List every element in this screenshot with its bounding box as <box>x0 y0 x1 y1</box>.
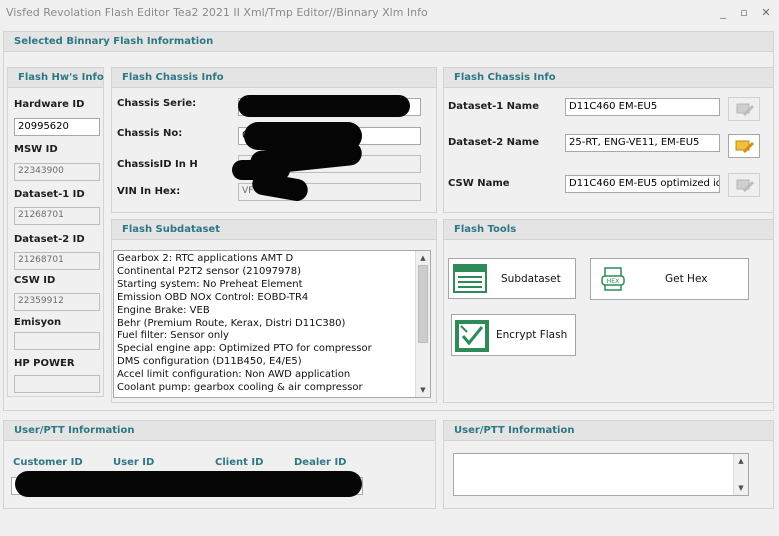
subdataset-button[interactable]: Subdataset <box>448 258 576 299</box>
hp-power-field <box>14 375 100 393</box>
list-item[interactable]: Emission OBD NOx Control: EOBD-TR4 <box>117 292 414 305</box>
redaction-mark <box>15 471 362 497</box>
hw-info-panel: Flash Hw's Info Hardware ID 20995620 MSW… <box>7 67 104 397</box>
encrypt-flash-button[interactable]: Encrypt Flash <box>451 314 576 356</box>
dataset2-id-field: 21268701 <box>14 252 100 270</box>
svg-text:HEX: HEX <box>607 278 619 285</box>
main-panel-title: Selected Binnary Flash Information <box>14 36 214 47</box>
user-ptt-notes-panel: User/PTT Information ▲ ▼ <box>443 420 774 509</box>
user-ptt-notes-title: User/PTT Information <box>454 425 575 436</box>
scroll-thumb[interactable] <box>418 265 428 343</box>
hp-power-label: HP POWER <box>14 358 75 369</box>
edit-dataset1-button[interactable] <box>728 97 760 121</box>
dataset2-name-label: Dataset-2 Name <box>448 137 540 148</box>
get-hex-button[interactable]: HEX Get Hex <box>590 258 749 300</box>
user-ptt-notes-header: User/PTT Information <box>444 421 773 441</box>
redaction-mark <box>238 95 410 117</box>
msw-id-field: 22343900 <box>14 163 100 181</box>
msw-id-label: MSW ID <box>14 144 58 155</box>
dealer-id-label: Dealer ID <box>294 457 347 468</box>
subdataset-header: Flash Subdataset <box>112 220 436 240</box>
dataset-info-header: Flash Chassis Info <box>444 68 773 88</box>
table-list-icon <box>453 264 487 293</box>
csw-id-label: CSW ID <box>14 275 56 286</box>
list-item[interactable]: Gearbox 2: RTC applications AMT D <box>117 253 414 266</box>
hex-file-icon: HEX <box>601 267 625 291</box>
list-item[interactable]: Engine Brake: VEB <box>117 305 414 318</box>
minimize-button[interactable]: _ <box>712 4 734 22</box>
chassis-serie-label: Chassis Serie: <box>117 98 197 109</box>
hardware-id-label: Hardware ID <box>14 99 85 110</box>
list-item[interactable]: Continental P2T2 sensor (21097978) <box>117 266 414 279</box>
chassis-no-label: Chassis No: <box>117 128 183 139</box>
user-id-label: User ID <box>113 457 155 468</box>
hw-info-header: Flash Hw's Info <box>8 68 104 88</box>
scroll-up-arrow-icon[interactable]: ▲ <box>416 251 430 265</box>
dataset1-id-label: Dataset-1 ID <box>14 189 85 200</box>
dataset1-id-field: 21268701 <box>14 207 100 225</box>
scroll-down-arrow-icon[interactable]: ▼ <box>734 481 748 495</box>
flash-tools-header: Flash Tools <box>444 220 773 240</box>
list-item[interactable]: Special engine app: Optimized PTO for co… <box>117 343 414 356</box>
hw-info-title: Flash Hw's Info <box>18 72 104 83</box>
maximize-button[interactable]: ▫ <box>733 4 755 22</box>
list-item[interactable]: Coolant pump: gearbox cooling & air comp… <box>117 382 414 395</box>
emisyon-field <box>14 332 100 350</box>
user-ptt-title: User/PTT Information <box>14 425 135 436</box>
hardware-id-field[interactable]: 20995620 <box>14 118 100 136</box>
window-title: Visfed Revolation Flash Editor Tea2 2021… <box>6 6 428 19</box>
list-item[interactable]: Starting system: No Preheat Element <box>117 279 414 292</box>
edit-dataset2-button[interactable] <box>728 134 760 158</box>
subdataset-scrollbar[interactable]: ▲ ▼ <box>415 251 430 397</box>
dataset-info-panel: Flash Chassis Info Dataset-1 Name D11C46… <box>443 67 774 213</box>
close-button[interactable]: ✕ <box>755 4 777 22</box>
pencil-note-icon <box>735 140 754 153</box>
subdataset-panel: Flash Subdataset Gearbox 2: RTC applicat… <box>111 219 437 403</box>
subdataset-button-label: Subdataset <box>501 273 561 285</box>
subdataset-list[interactable]: Gearbox 2: RTC applications AMT D Contin… <box>113 250 431 398</box>
vin-in-hex-label: VIN In Hex: <box>117 186 181 197</box>
subdataset-title: Flash Subdataset <box>122 224 220 235</box>
encrypt-check-icon <box>455 320 489 352</box>
pencil-note-icon <box>736 179 754 192</box>
dataset-info-title: Flash Chassis Info <box>454 72 556 83</box>
scroll-up-arrow-icon[interactable]: ▲ <box>734 454 748 468</box>
flash-tools-panel: Flash Tools Subdataset HEX Get Hex Encry… <box>443 219 774 403</box>
client-id-label: Client ID <box>215 457 264 468</box>
customer-id-label: Customer ID <box>13 457 83 468</box>
encrypt-flash-button-label: Encrypt Flash <box>496 329 568 341</box>
user-ptt-header: User/PTT Information <box>4 421 435 441</box>
user-ptt-notes-box[interactable]: ▲ ▼ <box>453 453 749 496</box>
csw-id-field: 22359912 <box>14 293 100 311</box>
main-panel-header: Selected Binnary Flash Information <box>4 32 773 52</box>
subdataset-lines: Gearbox 2: RTC applications AMT D Contin… <box>117 253 414 395</box>
csw-name-field[interactable]: D11C460 EM-EU5 optimized idle <box>565 175 720 193</box>
edit-csw-button[interactable] <box>728 173 760 197</box>
dataset2-id-label: Dataset-2 ID <box>14 234 85 245</box>
scroll-down-arrow-icon[interactable]: ▼ <box>416 383 430 397</box>
dataset1-name-label: Dataset-1 Name <box>448 101 540 112</box>
csw-name-label: CSW Name <box>448 178 510 189</box>
list-item[interactable]: Behr (Premium Route, Kerax, Distri D11C3… <box>117 318 414 331</box>
notes-scrollbar[interactable]: ▲ ▼ <box>733 454 748 495</box>
get-hex-button-label: Get Hex <box>665 273 708 285</box>
chassis-info-header: Flash Chassis Info <box>112 68 436 88</box>
dataset2-name-field[interactable]: 25-RT, ENG-VE11, EM-EU5 <box>565 134 720 152</box>
title-bar: Visfed Revolation Flash Editor Tea2 2021… <box>0 0 779 28</box>
flash-tools-title: Flash Tools <box>454 224 517 235</box>
list-item[interactable]: DMS configuration (D11B450, E4/E5) <box>117 356 414 369</box>
chassis-id-in-hex-label: ChassisID In H <box>117 159 198 170</box>
emisyon-label: Emisyon <box>14 317 62 328</box>
pencil-note-icon <box>736 103 754 116</box>
list-item[interactable]: Accel limit configuration: Non AWD appli… <box>117 369 414 382</box>
dataset1-name-field[interactable]: D11C460 EM-EU5 <box>565 98 720 116</box>
list-item[interactable]: Fuel filter: Sensor only <box>117 330 414 343</box>
chassis-info-title: Flash Chassis Info <box>122 72 224 83</box>
